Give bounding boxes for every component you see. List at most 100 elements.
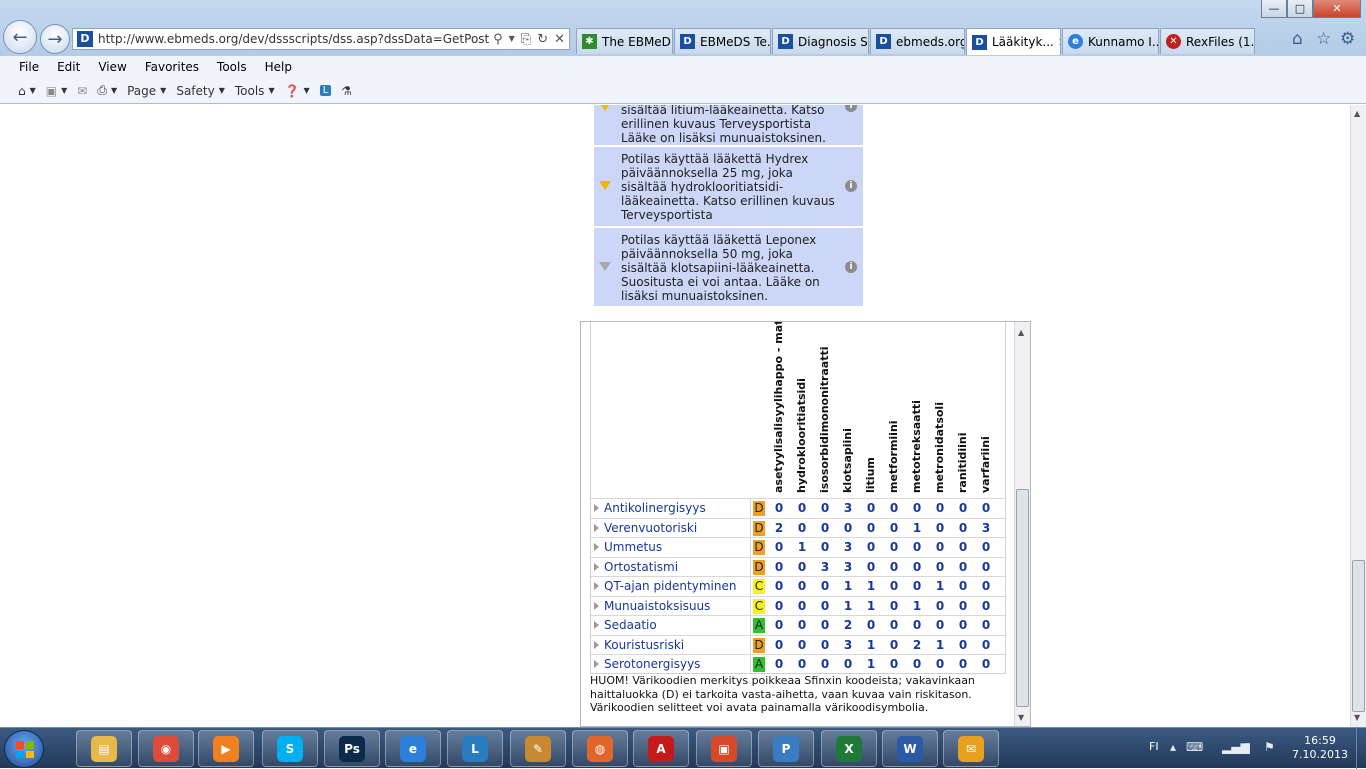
- refresh-icon[interactable]: ↻: [537, 32, 548, 47]
- favorites-star-icon[interactable]: ☆: [1316, 29, 1331, 49]
- risk-row[interactable]: Serotonergisyys A 0 0 0 0 1 0 0 0 0 0: [591, 654, 1005, 674]
- page-scrollbar[interactable]: ▲ ▼: [1350, 105, 1366, 727]
- back-button[interactable]: ←: [3, 20, 37, 54]
- tab-ebmeds-test[interactable]: D EBMeDS Te...: [674, 28, 771, 54]
- taskbar-app-button[interactable]: S: [262, 730, 318, 767]
- risk-name[interactable]: Munuaistoksisuus: [604, 599, 710, 613]
- risk-name[interactable]: Antikolinergisyys: [604, 501, 706, 515]
- taskbar-app-button[interactable]: ▣: [696, 730, 752, 767]
- show-hidden-icons-icon[interactable]: ▴: [1170, 740, 1176, 754]
- risk-class-badge[interactable]: A: [753, 618, 765, 633]
- info-icon[interactable]: i: [845, 180, 857, 192]
- risk-class-badge[interactable]: D: [753, 559, 765, 575]
- risk-row[interactable]: Antikolinergisyys D 0 0 0 3 0 0 0 0 0 0: [591, 498, 1005, 518]
- feeds-button[interactable]: ▣ ▼: [46, 84, 68, 98]
- risk-class-badge[interactable]: D: [753, 520, 765, 536]
- safety-menu-button[interactable]: Safety ▼: [176, 84, 225, 98]
- menu-help[interactable]: Help: [256, 60, 301, 74]
- menu-favorites[interactable]: Favorites: [136, 60, 208, 74]
- address-url[interactable]: http://www.ebmeds.org/dev/dssscripts/dss…: [98, 32, 489, 46]
- home-button[interactable]: ⌂ ▼: [18, 84, 36, 98]
- tab-ebmeds-org[interactable]: Debmeds.org: [870, 28, 965, 54]
- menu-tools[interactable]: Tools: [208, 60, 256, 74]
- home-icon[interactable]: ⌂: [1292, 29, 1303, 49]
- menu-view[interactable]: View: [89, 60, 135, 74]
- taskbar-app-button[interactable]: ◉: [138, 730, 194, 767]
- risk-name[interactable]: Ortostatismi: [604, 560, 678, 574]
- risk-class-badge[interactable]: D: [753, 540, 765, 555]
- taskbar-app-button[interactable]: e: [385, 730, 441, 767]
- taskbar-app-button[interactable]: ▶: [198, 730, 254, 767]
- expand-arrow-icon[interactable]: [594, 562, 599, 571]
- taskbar-app-button[interactable]: L: [447, 730, 503, 767]
- maximize-button[interactable]: □: [1287, 0, 1313, 18]
- close-window-button[interactable]: ✕: [1313, 0, 1361, 18]
- menu-file[interactable]: File: [10, 60, 48, 74]
- compatibility-icon[interactable]: ⎘: [521, 32, 531, 47]
- start-button[interactable]: [4, 730, 44, 768]
- info-icon[interactable]: i: [845, 105, 857, 112]
- close-tab-icon[interactable]: ✕: [1054, 36, 1060, 49]
- expand-arrow-icon[interactable]: [594, 582, 599, 590]
- stop-icon[interactable]: ✕: [554, 32, 565, 47]
- battery-icon[interactable]: ▮: [1244, 740, 1251, 754]
- expand-arrow-icon[interactable]: [594, 543, 599, 551]
- minimize-button[interactable]: —: [1261, 0, 1287, 18]
- taskbar-app-button[interactable]: ◍: [572, 730, 628, 767]
- risk-class-badge[interactable]: C: [753, 579, 765, 594]
- risk-name[interactable]: Sedaatio: [604, 618, 657, 632]
- settings-gear-icon[interactable]: ⚙: [1340, 29, 1355, 49]
- taskbar-app-button[interactable]: P: [758, 730, 814, 767]
- risk-name[interactable]: Ummetus: [604, 540, 662, 554]
- keyboard-icon[interactable]: ⌨: [1186, 740, 1203, 754]
- language-indicator[interactable]: FI: [1149, 740, 1159, 753]
- expand-arrow-icon[interactable]: [594, 504, 599, 512]
- address-bar[interactable]: D http://www.ebmeds.org/dev/dssscripts/d…: [72, 28, 570, 50]
- scroll-down-icon[interactable]: ▼: [1354, 713, 1360, 722]
- dropdown-icon[interactable]: ▼: [509, 32, 515, 47]
- show-desktop-button[interactable]: [1356, 728, 1366, 769]
- risk-name[interactable]: Kouristusriski: [604, 638, 684, 652]
- panel-scrollbar[interactable]: ▲ ▼: [1014, 322, 1030, 726]
- expand-arrow-icon[interactable]: [594, 523, 599, 532]
- risk-class-badge[interactable]: D: [753, 637, 765, 653]
- panel-scroll-thumb[interactable]: [1016, 489, 1029, 707]
- tab-the-ebmeds[interactable]: ✱The EBMeD...: [576, 28, 673, 54]
- risk-row[interactable]: Munuaistoksisuus C 0 0 0 1 1 0 1 0 0 0: [591, 595, 1005, 616]
- taskbar-app-button[interactable]: ✎: [510, 730, 566, 767]
- taskbar-app-button[interactable]: ▤: [76, 730, 132, 767]
- taskbar-app-button[interactable]: A: [633, 730, 689, 767]
- page-scroll-thumb[interactable]: [1352, 560, 1365, 712]
- tab-kunnamo[interactable]: e Kunnamo I...: [1062, 28, 1159, 54]
- expand-arrow-icon[interactable]: [594, 621, 599, 629]
- tools-menu-button[interactable]: Tools ▼: [235, 84, 275, 98]
- risk-name[interactable]: QT-ajan pidentyminen: [604, 579, 736, 593]
- taskbar-app-button[interactable]: Ps: [324, 730, 380, 767]
- research-toolbar-button[interactable]: ⚗: [341, 84, 352, 98]
- risk-row[interactable]: Kouristusriski D 0 0 0 3 1 0 2 1 0 0: [591, 634, 1005, 655]
- menu-edit[interactable]: Edit: [48, 60, 89, 74]
- forward-button[interactable]: →: [40, 24, 70, 54]
- scroll-up-icon[interactable]: ▲: [1018, 328, 1024, 337]
- risk-row[interactable]: Verenvuotoriski D 2 0 0 0 0 0 1 0 0 3: [591, 517, 1005, 538]
- risk-class-badge[interactable]: A: [753, 657, 765, 672]
- risk-class-badge[interactable]: C: [753, 598, 765, 614]
- search-icon[interactable]: ⚲: [493, 32, 503, 47]
- expand-arrow-icon[interactable]: [594, 601, 599, 610]
- info-icon[interactable]: i: [845, 261, 857, 273]
- taskbar-app-button[interactable]: ✉: [943, 730, 999, 767]
- scroll-down-icon[interactable]: ▼: [1018, 713, 1024, 722]
- expand-arrow-icon[interactable]: [594, 640, 599, 649]
- risk-name[interactable]: Verenvuotoriski: [604, 521, 697, 535]
- clock[interactable]: 16:59 7.10.2013: [1287, 734, 1353, 762]
- page-menu-button[interactable]: Page ▼: [127, 84, 166, 98]
- risk-row[interactable]: Sedaatio A 0 0 0 2 0 0 0 0 0 0: [591, 615, 1005, 635]
- tab-laakitys[interactable]: DLääkityk...✕: [966, 28, 1061, 55]
- help-button[interactable]: ❓ ▼: [285, 84, 310, 98]
- risk-name[interactable]: Serotonergisyys: [604, 657, 700, 671]
- action-center-flag-icon[interactable]: ⚑: [1264, 740, 1275, 754]
- taskbar-app-button[interactable]: X: [821, 730, 877, 767]
- expand-arrow-icon[interactable]: [594, 660, 599, 668]
- read-mail-button[interactable]: ✉: [77, 84, 87, 98]
- tab-diagnosis[interactable]: DDiagnosis S...: [772, 28, 869, 54]
